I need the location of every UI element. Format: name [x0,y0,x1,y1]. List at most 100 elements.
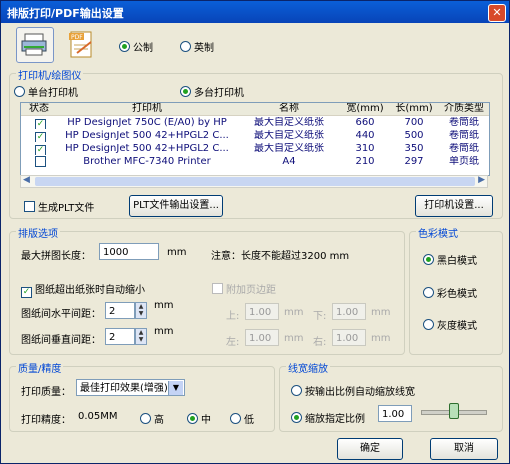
radio-icon [423,319,434,330]
multi-printer-radio[interactable]: 多台打印机 [180,84,244,99]
quality-group-title: 质量/精度 [16,360,64,375]
manual-linewidth-radio[interactable]: 缩放指定比例 [291,410,365,425]
radio-selected-icon [423,254,434,265]
margin-top-label: 上: [226,311,240,322]
precision-high-label: 高 [154,415,164,426]
pdf-mode-button[interactable]: PDF [62,27,100,63]
margin-left-unit: mm [284,333,304,344]
precision-mid-radio[interactable]: 中 [187,411,211,426]
row-printer: HP DesignJet 750C (E/A0) by HP [67,117,227,128]
auto-shrink-checkbox[interactable]: ✓ 图纸超出纸张时自动缩小 [21,281,145,298]
linewidth-scale-input[interactable]: 1.00 [378,405,412,422]
margin-left-label: 左: [226,337,240,348]
unit-imperial-radio[interactable]: 英制 [180,39,214,54]
plt-settings-button[interactable]: PLT文件输出设置... [129,195,223,217]
linewidth-slider-thumb[interactable] [449,403,459,419]
radio-icon [14,86,25,97]
quality-label: 打印质量： [21,387,71,398]
h-spacing-spinner[interactable]: ▲ ▼ [135,302,147,319]
unit-metric-label: 公制 [133,43,153,54]
margin-bottom-input[interactable]: 1.00 [332,303,366,320]
color-mode-radio[interactable]: 彩色模式 [423,285,477,300]
table-row[interactable]: ✓ HP DesignJet 500 42+HPGL2 C... 最大自定义纸张… [21,143,489,155]
checkbox-checked-icon: ✓ [21,287,32,298]
scroll-right-icon[interactable]: ▶ [478,175,485,185]
printer-mode-button[interactable] [16,27,54,63]
radio-selected-icon [291,412,302,423]
auto-linewidth-radio[interactable]: 按输出比例自动缩放线宽 [291,383,415,398]
dialog-window: 排版打印/PDF输出设置 ✕ PDF 公制 英制 打印机/绘图仪 单台打印机 多… [0,0,510,464]
table-row[interactable]: Brother MFC-7340 Printer A4 210 297 单页纸 [21,156,489,168]
scroll-thumb[interactable] [35,177,475,186]
row-width: 310 [355,143,375,154]
multi-printer-label: 多台打印机 [194,88,244,99]
margin-bottom-label: 下: [313,311,327,322]
bw-mode-label: 黑白模式 [437,256,477,267]
table-row[interactable]: ✓ HP DesignJet 750C (E/A0) by HP 最大自定义纸张… [21,117,489,129]
precision-high-radio[interactable]: 高 [140,411,164,426]
row-media: 卷筒纸 [449,117,479,128]
margin-bottom-unit: mm [371,307,391,318]
linewidth-group-title: 线宽缩放 [286,360,330,375]
chevron-down-icon[interactable]: ▼ [168,381,183,395]
plt-file-label: 生成PLT文件 [38,203,95,214]
col-width[interactable]: 宽(mm) [341,103,389,115]
row-checkbox[interactable]: ✓ [35,143,47,155]
row-checkbox[interactable] [35,156,47,168]
gray-mode-label: 灰度模式 [437,321,477,332]
row-checkbox[interactable]: ✓ [35,117,47,129]
printer-icon [21,33,47,56]
v-spacing-input[interactable]: 2 [105,328,135,345]
radio-icon [291,385,302,396]
row-printer: HP DesignJet 500 42+HPGL2 C... [65,143,229,154]
row-name: 最大自定义纸张 [254,117,324,128]
ok-button[interactable]: 确定 [337,438,403,460]
row-name: 最大自定义纸张 [254,143,324,154]
radio-icon [230,413,241,424]
pdf-icon: PDF [69,31,92,58]
margin-checkbox[interactable]: 附加页边距 [212,281,276,296]
max-length-unit: mm [167,247,187,258]
checkbox-icon [24,201,35,212]
col-printer[interactable]: 打印机 [57,103,237,115]
margin-right-input[interactable]: 1.00 [332,329,366,346]
single-printer-radio[interactable]: 单台打印机 [14,84,78,99]
close-button[interactable]: ✕ [488,4,506,22]
margin-top-input[interactable]: 1.00 [245,303,279,320]
unit-metric-radio[interactable]: 公制 [119,39,153,54]
h-spacing-input[interactable]: 2 [105,302,135,319]
gray-mode-radio[interactable]: 灰度模式 [423,317,477,332]
row-media: 单页纸 [449,156,479,167]
col-status[interactable]: 状态 [21,103,57,115]
radio-icon [180,41,191,52]
col-length[interactable]: 长(mm) [389,103,439,115]
printer-settings-button[interactable]: 打印机设置... [415,195,493,217]
row-width: 210 [355,156,375,167]
plt-file-checkbox[interactable]: 生成PLT文件 [24,199,94,214]
cancel-button[interactable]: 取消 [430,438,498,460]
radio-icon [423,287,434,298]
color-mode-group-title: 色彩模式 [416,225,460,240]
quality-select[interactable]: 最佳打印效果(增强) ▼ [76,379,185,396]
checkbox-icon [212,283,223,294]
col-name[interactable]: 名称 [237,103,341,115]
row-checkbox[interactable]: ✓ [35,130,47,142]
margin-right-unit: mm [371,333,391,344]
quality-selected-value: 最佳打印效果(增强) [80,383,168,394]
auto-shrink-label: 图纸超出纸张时自动缩小 [35,285,145,296]
svg-text:PDF: PDF [71,34,83,41]
scroll-left-icon[interactable]: ◀ [23,175,30,185]
manual-linewidth-label: 缩放指定比例 [305,414,365,425]
printer-table[interactable]: 状态 打印机 名称 宽(mm) 长(mm) 介质类型 ✓ HP DesignJe… [20,102,490,176]
table-header: 状态 打印机 名称 宽(mm) 长(mm) 介质类型 [21,103,489,116]
precision-low-label: 低 [244,415,254,426]
precision-low-radio[interactable]: 低 [230,411,254,426]
margin-left-input[interactable]: 1.00 [245,329,279,346]
table-horizontal-scrollbar[interactable]: ◀ ▶ [20,175,488,188]
max-length-input[interactable]: 1000 [99,243,159,260]
v-spacing-spinner[interactable]: ▲ ▼ [135,328,147,345]
bw-mode-radio[interactable]: 黑白模式 [423,252,477,267]
row-length: 700 [404,117,424,128]
table-row[interactable]: ✓ HP DesignJet 500 42+HPGL2 C... 最大自定义纸张… [21,130,489,142]
col-media[interactable]: 介质类型 [439,103,489,115]
